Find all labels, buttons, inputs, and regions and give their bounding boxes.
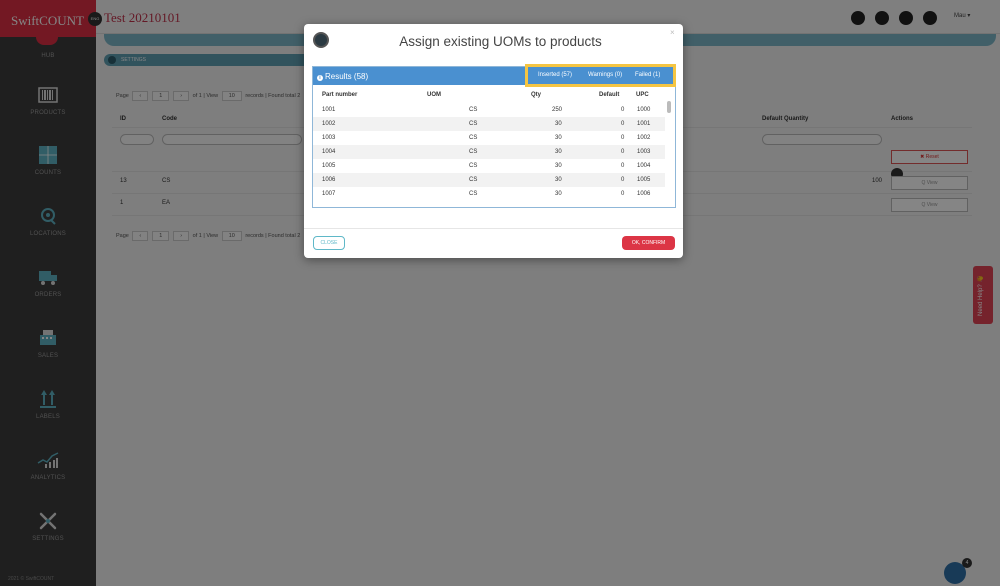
modal-title: Assign existing UOMs to products [399,34,602,49]
cell-uom: CS [469,191,478,197]
cell-part-number: 1006 [322,177,336,183]
cell-upc: 1006 [637,191,651,197]
cell-upc: 1002 [637,135,651,141]
results-panel: i Results (58) Inserted (57) Warnings (0)… [312,64,676,208]
cell-default: 0 [621,121,625,127]
result-row: 1002 CS 30 0 1001 [313,117,665,131]
confirm-button[interactable]: OK, CONFIRM [622,236,675,250]
cell-default: 0 [621,191,625,197]
cell-part-number: 1002 [322,121,336,127]
cell-upc: 1004 [637,163,651,169]
cell-qty: 30 [555,135,562,141]
inserted-count[interactable]: Inserted (57) [538,72,572,78]
results-summary-highlight: Inserted (57) Warnings (0) Failed (1) [525,64,676,87]
cell-uom: CS [469,177,478,183]
assign-uoms-modal: Assign existing UOMs to products × i Resu… [304,24,683,258]
cell-default: 0 [621,163,625,169]
results-column-headers: Part number UOM Qty Default UPC [313,85,675,101]
failed-count[interactable]: Failed (1) [635,72,660,78]
col-header-qty: Qty [531,92,542,98]
cell-default: 0 [621,107,625,113]
result-row: 1001 CS 250 0 1000 [313,103,665,117]
cell-default: 0 [621,149,625,155]
info-icon: i [317,75,323,81]
results-scrollbar[interactable] [667,101,671,113]
col-header-uom: UOM [427,92,441,98]
cell-uom: CS [469,135,478,141]
cell-qty: 30 [555,163,562,169]
close-button[interactable]: CLOSE [313,236,345,250]
results-header: i Results (58) Inserted (57) Warnings (0)… [313,64,676,87]
cell-upc: 1001 [637,121,651,127]
col-header-upc: UPC [636,92,649,98]
cell-uom: CS [469,121,478,127]
cell-uom: CS [469,149,478,155]
close-icon[interactable]: × [670,28,675,37]
cell-upc: 1005 [637,177,651,183]
results-title: i Results (58) [317,72,368,81]
cell-default: 0 [621,135,625,141]
cell-part-number: 1003 [322,135,336,141]
result-row: 1006 CS 30 0 1005 [313,173,665,187]
cell-qty: 30 [555,121,562,127]
col-header-default: Default [599,92,620,98]
result-row: 1007 CS 30 0 1006 [313,187,665,201]
cell-upc: 1003 [637,149,651,155]
cell-qty: 30 [555,149,562,155]
col-header-part-number: Part number [322,92,358,98]
cell-part-number: 1004 [322,149,336,155]
result-row: 1003 CS 30 0 1002 [313,131,665,145]
cell-uom: CS [469,107,478,113]
cell-uom: CS [469,163,478,169]
result-row: 1005 CS 30 0 1004 [313,159,665,173]
modal-divider [304,228,683,229]
cell-part-number: 1001 [322,107,336,113]
results-count-label: Results (58) [325,72,369,81]
cell-qty: 30 [555,191,562,197]
cell-part-number: 1007 [322,191,336,197]
cell-upc: 1000 [637,107,651,113]
cell-qty: 30 [555,177,562,183]
warnings-count[interactable]: Warnings (0) [588,72,622,78]
cell-default: 0 [621,177,625,183]
cell-part-number: 1005 [322,163,336,169]
result-row: 1004 CS 30 0 1003 [313,145,665,159]
cell-qty: 250 [552,107,563,113]
